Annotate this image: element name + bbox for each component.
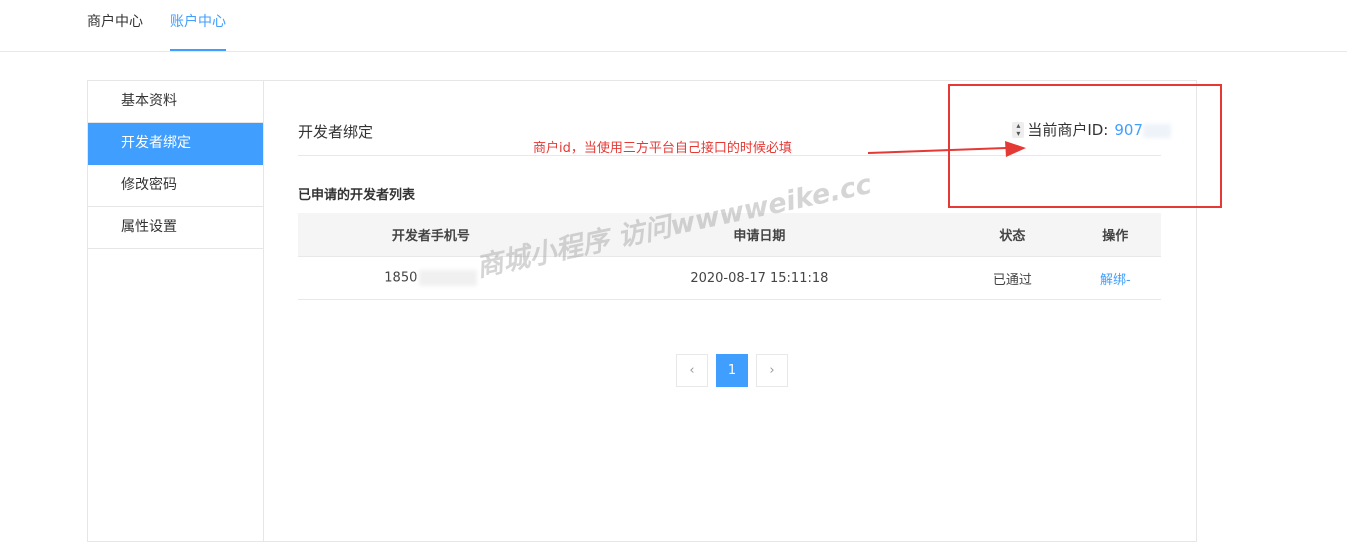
table-row: 1850 2020-08-17 15:11:18 已通过 解绑- <box>298 256 1161 300</box>
sidebar-item-change-password[interactable]: 修改密码 <box>88 165 263 207</box>
sidebar-item-attribute-settings[interactable]: 属性设置 <box>88 207 263 249</box>
page-button-current[interactable]: 1 <box>716 354 748 387</box>
pagination: ‹ 1 › <box>676 354 796 387</box>
prev-page-button[interactable]: ‹ <box>676 354 708 387</box>
tab-merchant-center[interactable]: 商户中心 <box>87 0 143 51</box>
redacted-mask <box>419 270 478 286</box>
col-header-status: 状态 <box>955 213 1070 257</box>
cell-action: 解绑- <box>1069 256 1161 300</box>
col-header-action: 操作 <box>1069 213 1161 257</box>
annotation-highlight-box <box>948 84 1222 208</box>
page-title: 开发者绑定 <box>298 123 374 141</box>
next-page-button[interactable]: › <box>756 354 788 387</box>
developer-list-title: 已申请的开发者列表 <box>298 188 416 203</box>
sidebar-item-basic-info[interactable]: 基本资料 <box>88 81 263 123</box>
tab-account-center[interactable]: 账户中心 <box>170 0 226 51</box>
sidebar-item-developer-binding[interactable]: 开发者绑定 <box>88 123 263 165</box>
status-badge: 已通过 <box>955 256 1070 300</box>
sidebar: 基本资料 开发者绑定 修改密码 属性设置 <box>88 81 264 541</box>
unbind-link[interactable]: 解绑- <box>1100 273 1131 288</box>
cell-date: 2020-08-17 15:11:18 <box>563 256 956 300</box>
top-navigation: 商户中心 账户中心 <box>0 0 1347 52</box>
annotation-text: 商户id，当使用三方平台自己接口的时候必填 <box>533 141 792 156</box>
